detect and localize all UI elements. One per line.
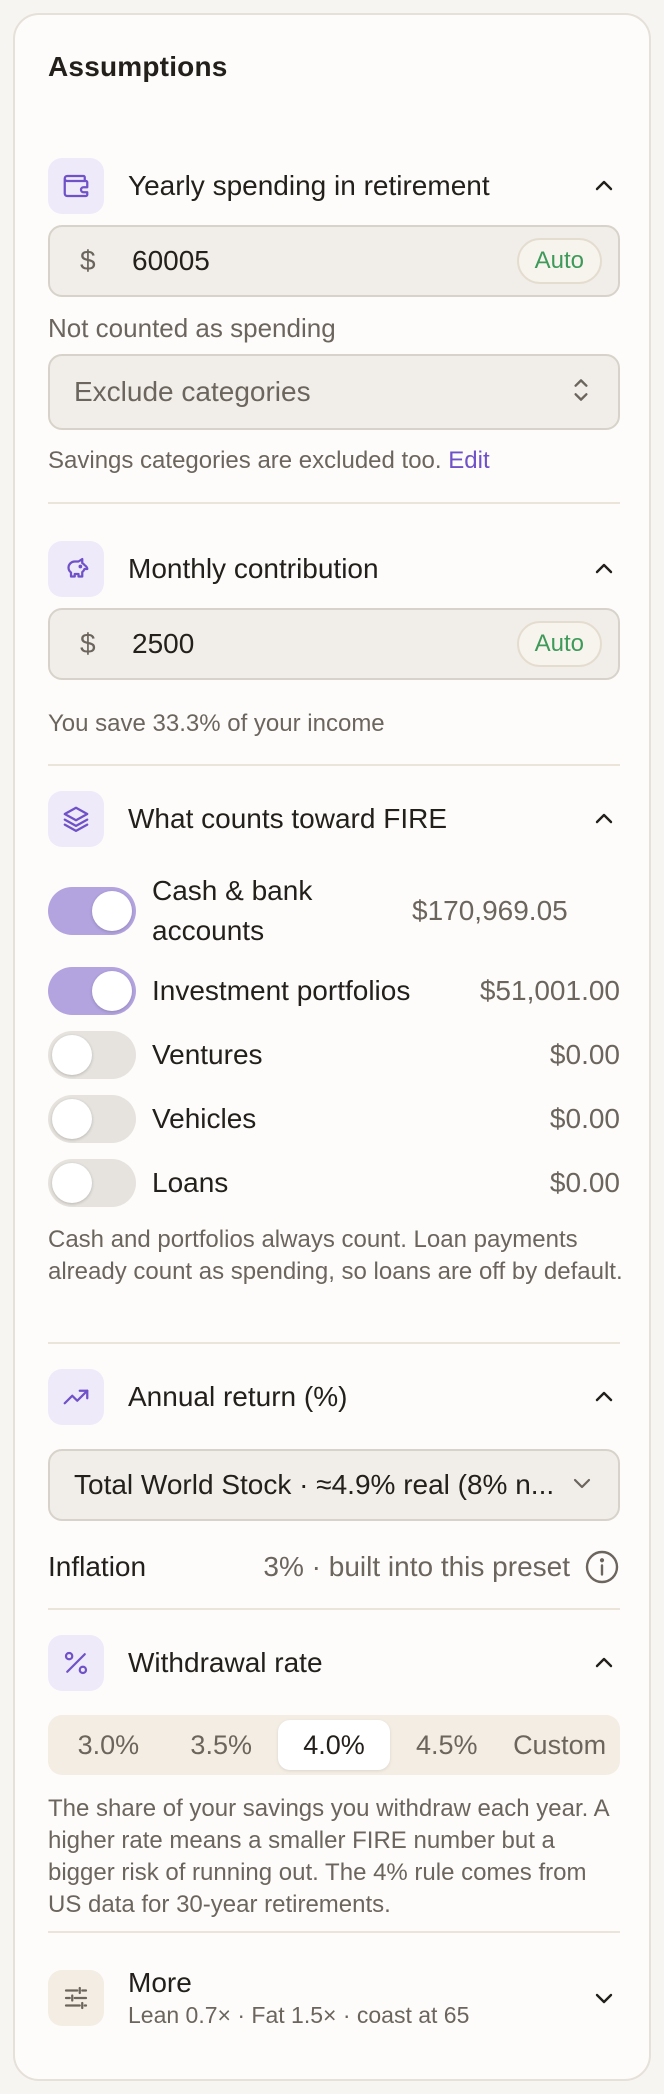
fire-item-row: Investment portfolios $51,001.00	[48, 967, 620, 1015]
loans-toggle[interactable]	[48, 1159, 136, 1207]
chevron-up-icon[interactable]	[588, 1647, 620, 1679]
chevron-down-icon	[570, 1471, 594, 1500]
section-header-fire[interactable]: What counts toward FIRE	[48, 791, 620, 847]
divider	[48, 1342, 620, 1344]
spending-input-box[interactable]: $ 60005 Auto	[48, 225, 620, 297]
toggle-knob	[52, 1163, 92, 1203]
withdrawal-option[interactable]: 3.0%	[52, 1720, 165, 1770]
fire-item-value: $51,001.00	[479, 975, 620, 1006]
layers-icon	[48, 791, 104, 847]
edit-link[interactable]: Edit	[448, 447, 489, 474]
return-preset-select[interactable]: Total World Stock · ≈4.9% real (8% n...	[48, 1449, 620, 1521]
exclude-label: Not counted as spending	[48, 313, 336, 343]
fire-item-row: Loans $0.00	[48, 1159, 620, 1207]
divider	[48, 1608, 620, 1610]
withdrawal-note: The share of your savings you withdraw e…	[48, 1795, 609, 1918]
toggle-knob	[52, 1035, 92, 1075]
sliders-icon	[48, 1970, 104, 2026]
cash-toggle[interactable]	[48, 887, 136, 935]
chevron-down-icon[interactable]	[588, 1982, 620, 2014]
contribution-input-box[interactable]: $ 2500 Auto	[48, 608, 620, 680]
section-header-return[interactable]: Annual return (%)	[48, 1369, 620, 1425]
assumptions-card: Assumptions Yearly spending in retiremen…	[13, 13, 651, 2081]
fire-item-label: Ventures	[152, 1039, 263, 1070]
toggle-knob	[92, 971, 132, 1011]
divider	[48, 502, 620, 504]
section-title-return: Annual return (%)	[128, 1381, 348, 1412]
withdrawal-option[interactable]: 3.5%	[165, 1720, 278, 1770]
contribution-note: You save 33.3% of your income	[48, 710, 385, 737]
fire-item-row: Ventures $0.00	[48, 1031, 620, 1079]
currency-symbol: $	[80, 628, 96, 659]
toggle-knob	[52, 1099, 92, 1139]
inflation-value: 3% · built into this preset	[263, 1551, 570, 1582]
section-header-spending[interactable]: Yearly spending in retirement	[48, 158, 620, 214]
contribution-auto-button[interactable]: Auto	[516, 621, 602, 667]
withdrawal-option[interactable]: 4.5%	[390, 1720, 503, 1770]
percent-icon	[48, 1635, 104, 1691]
fire-item-row: Vehicles $0.00	[48, 1095, 620, 1143]
fire-note: Cash and portfolios always count. Loan p…	[48, 1226, 623, 1285]
section-title-spending: Yearly spending in retirement	[128, 170, 490, 201]
spending-amount-input[interactable]: 60005	[132, 245, 517, 277]
withdrawal-option-selected[interactable]: 4.0%	[277, 1720, 391, 1770]
wallet-icon	[48, 158, 104, 214]
chevron-up-icon[interactable]	[588, 553, 620, 585]
more-subtitle: Lean 0.7× · Fat 1.5× · coast at 65	[128, 2002, 470, 2028]
chevron-up-icon[interactable]	[588, 170, 620, 202]
chevron-up-icon[interactable]	[588, 1381, 620, 1413]
inflation-row: Inflation 3% · built into this preset	[48, 1545, 620, 1589]
fire-item-label: Loans	[152, 1167, 229, 1198]
fire-item-label: Investment portfolios	[152, 975, 411, 1006]
fire-item-label: Vehicles	[152, 1103, 257, 1134]
toggle-knob	[92, 891, 132, 931]
currency-symbol: $	[80, 245, 96, 276]
fire-item-value: $0.00	[549, 1103, 620, 1134]
ventures-toggle[interactable]	[48, 1031, 136, 1079]
section-header-more[interactable]: More Lean 0.7× · Fat 1.5× · coast at 65	[48, 1967, 620, 2028]
section-title-withdrawal: Withdrawal rate	[128, 1647, 323, 1678]
section-title-contribution: Monthly contribution	[128, 553, 379, 584]
spending-auto-button[interactable]: Auto	[516, 238, 602, 284]
more-text-block: More Lean 0.7× · Fat 1.5× · coast at 65	[128, 1966, 588, 2030]
section-header-withdrawal[interactable]: Withdrawal rate	[48, 1635, 620, 1691]
divider	[48, 764, 620, 766]
return-preset-value: Total World Stock · ≈4.9% real (8% n...	[74, 1469, 555, 1500]
section-title-more: More	[128, 1967, 192, 1998]
chevron-up-down-icon	[568, 375, 594, 410]
portfolios-toggle[interactable]	[48, 967, 136, 1015]
piggy-bank-icon	[48, 541, 104, 597]
trending-up-icon	[48, 1369, 104, 1425]
spending-note: Savings categories are excluded too. Edi…	[48, 445, 628, 477]
contribution-amount-input[interactable]: 2500	[132, 628, 517, 660]
exclude-categories-placeholder: Exclude categories	[74, 376, 311, 407]
withdrawal-rate-segmented: 3.0% 3.5% 4.0% 4.5% Custom	[48, 1715, 620, 1775]
fire-item-row: Cash & bank accounts $170,969.05	[48, 871, 620, 951]
spending-note-text: Savings categories are excluded too.	[48, 447, 442, 474]
vehicles-toggle[interactable]	[48, 1095, 136, 1143]
info-icon[interactable]	[584, 1549, 620, 1585]
divider	[48, 1931, 620, 1933]
section-header-contribution[interactable]: Monthly contribution	[48, 541, 620, 597]
inflation-label: Inflation	[48, 1551, 147, 1582]
fire-item-value: $170,969.05	[412, 895, 568, 926]
exclude-categories-select[interactable]: Exclude categories	[48, 354, 620, 430]
fire-item-value: $0.00	[549, 1167, 620, 1198]
fire-item-value: $0.00	[549, 1039, 620, 1070]
section-title-fire: What counts toward FIRE	[128, 803, 448, 834]
withdrawal-option-custom[interactable]: Custom	[503, 1720, 616, 1770]
card-title: Assumptions	[48, 51, 228, 82]
fire-item-label: Cash & bank accounts	[152, 875, 313, 946]
chevron-up-icon[interactable]	[588, 803, 620, 835]
